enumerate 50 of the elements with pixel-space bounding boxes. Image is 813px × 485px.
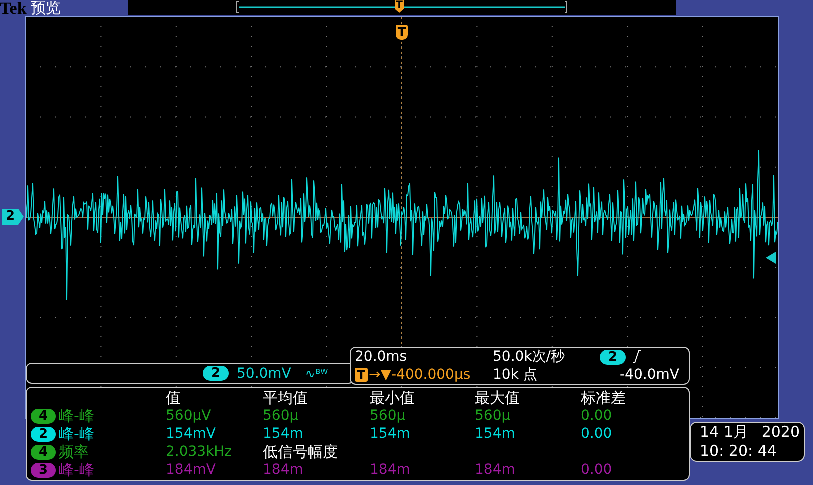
channel-badge[interactable]: 2 [31, 426, 56, 442]
column-header: 最大值 [475, 389, 521, 407]
column-header: 标准差 [581, 389, 627, 407]
measurement-value: 154m [475, 425, 516, 443]
trigger-position-marker[interactable]: T [395, 0, 404, 13]
channel-badge[interactable]: 4 [31, 408, 56, 424]
measurement-value: 184m [475, 461, 516, 479]
rising-edge-icon [632, 350, 642, 364]
measurement-label: 峰-峰 [59, 461, 94, 479]
measurement-label: 峰-峰 [59, 407, 94, 425]
year: 2020 [762, 423, 800, 442]
measurement-value: 2.033kHz [166, 443, 234, 461]
date: 14 1月 [700, 423, 750, 442]
trigger-position: -400.000µs [392, 366, 471, 384]
vertical-scale: 50.0mV [237, 366, 292, 382]
trigger-level: -40.0mV [619, 366, 680, 384]
column-header: 最小值 [370, 389, 416, 407]
mode-label: 预览 [30, 0, 61, 17]
trigger-level-arrow-icon [766, 252, 778, 264]
measurement-value: 154mV [166, 425, 217, 443]
horizontal-scale: 20.0ms [355, 348, 408, 366]
warning-message: 低信号幅度 [263, 443, 339, 461]
measurement-value: 184m [370, 461, 412, 479]
measurement-value: 0.00 [581, 425, 614, 443]
measurement-value: 154m [370, 425, 412, 443]
trigger-channel-badge[interactable]: 2 [600, 350, 626, 364]
measurement-label: 峰-峰 [59, 425, 94, 443]
measurement-label: 频率 [59, 443, 89, 461]
measurement-value: 154m [263, 425, 304, 443]
measurement-value: 560µV [166, 407, 212, 425]
measurement-value: 184m [263, 461, 304, 479]
record-length: 10k 点 [493, 366, 538, 384]
trigger-position-marker[interactable]: T [396, 25, 408, 40]
channel-badge[interactable]: 4 [31, 444, 56, 460]
column-header: 值 [166, 389, 182, 407]
trigger-badge: T [355, 368, 368, 382]
measurement-value: 560µ [370, 407, 407, 425]
measurement-value: 0.00 [581, 461, 614, 479]
bandwidth-limit-label: ∿ᴮᵂ [305, 366, 328, 380]
sample-rate: 50.0k次/秒 [493, 348, 566, 366]
brand-logo: Tek [0, 0, 27, 17]
channel-badge[interactable]: 2 [203, 366, 229, 381]
measurement-value: 184mV [166, 461, 217, 479]
channel-marker[interactable]: 2 [2, 209, 24, 225]
trigger-arrow: →▼ [369, 366, 392, 384]
measurement-value: 560µ [475, 407, 512, 425]
measurement-value: 560µ [263, 407, 300, 425]
time: 10: 20: 44 [700, 442, 778, 461]
measurement-value: 0.00 [581, 407, 614, 425]
column-header: 平均值 [263, 389, 309, 407]
